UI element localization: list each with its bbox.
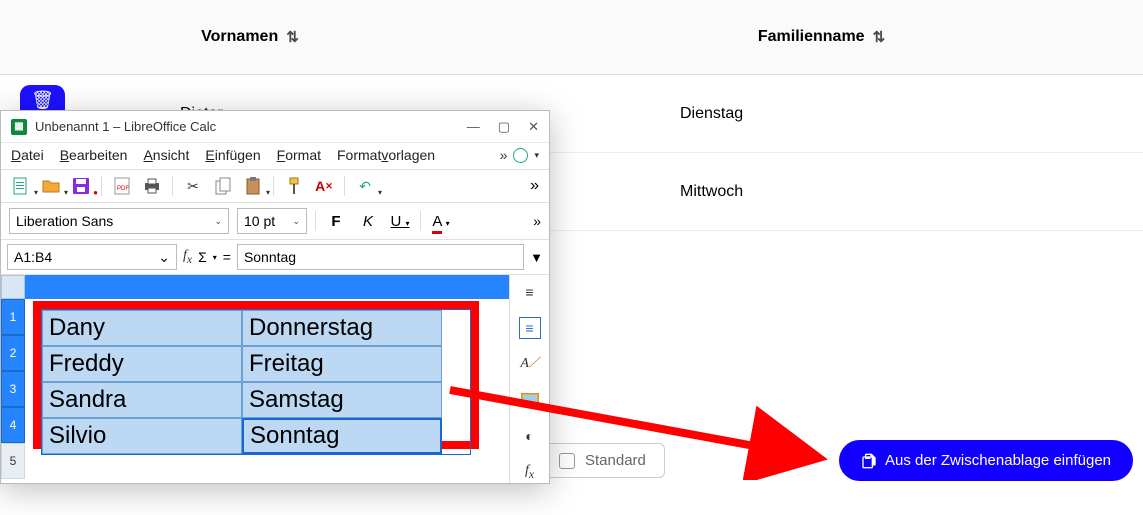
cell-familienname: Mittwoch <box>500 183 1143 201</box>
clipboard-icon <box>861 453 877 469</box>
font-size-value: 10 pt <box>244 213 275 229</box>
gallery-icon[interactable] <box>519 389 541 411</box>
minimize-icon[interactable]: — <box>467 119 480 135</box>
header-label: Vornamen <box>201 28 278 46</box>
open-icon[interactable]: ▾ <box>41 176 61 196</box>
font-name-value: Liberation Sans <box>16 213 113 229</box>
paste-label: Aus der Zwischenablage einfügen <box>885 452 1111 469</box>
dropdown-icon[interactable]: ▼ <box>530 250 543 265</box>
menu-format[interactable]: Format <box>277 147 321 163</box>
clone-formatting-icon[interactable] <box>284 176 304 196</box>
cell-b4-active[interactable]: Sonntag <box>242 418 442 454</box>
menu-formatvorlagen[interactable]: Formatvorlagen <box>337 147 435 163</box>
toolbar-more-icon[interactable]: » <box>533 213 541 229</box>
toolbar-more-icon[interactable]: » <box>530 177 539 195</box>
equals-icon[interactable]: = <box>223 249 231 265</box>
copy-icon[interactable] <box>213 176 233 196</box>
cell-reference-value: A1:B4 <box>14 249 52 265</box>
menu-bearbeiten[interactable]: Bearbeiten <box>60 147 128 163</box>
sidebar-panel: ≡ ≡ A⟋ ◐ fx <box>509 275 549 483</box>
row-header[interactable]: 4 <box>1 407 25 443</box>
row-header[interactable]: 1 <box>1 299 25 335</box>
formula-input[interactable]: Sonntag <box>237 244 524 270</box>
window-title: Unbenannt 1 – LibreOffice Calc <box>35 119 216 134</box>
globe-icon[interactable] <box>513 148 528 163</box>
undo-icon[interactable]: ↶▾ <box>355 176 375 196</box>
menu-bar: Datei Bearbeiten Ansicht Einfügen Format… <box>1 143 549 170</box>
app-icon: ▦ <box>11 119 27 135</box>
font-size-combo[interactable]: 10 pt⌄ <box>237 208 307 234</box>
libreoffice-calc-window: ▦ Unbenannt 1 – LibreOffice Calc — ▢ ✕ D… <box>0 110 550 484</box>
select-all-corner[interactable] <box>1 275 25 299</box>
sidebar-menu-icon[interactable]: ≡ <box>519 281 541 303</box>
export-pdf-icon[interactable]: PDF <box>112 176 132 196</box>
bold-button[interactable]: F <box>324 213 348 230</box>
new-doc-icon[interactable]: ▾ <box>11 176 31 196</box>
styles-icon[interactable]: A⟋ <box>519 353 541 375</box>
menu-ansicht[interactable]: Ansicht <box>143 147 189 163</box>
underline-button[interactable]: U ▾ <box>388 213 412 230</box>
paste-from-clipboard-button[interactable]: Aus der Zwischenablage einfügen <box>839 440 1133 481</box>
cell-reference-input[interactable]: A1:B4⌄ <box>7 244 177 270</box>
checkbox-icon <box>559 453 575 469</box>
cell-familienname: Dienstag <box>500 105 1143 123</box>
font-color-button[interactable]: A ▾ <box>429 213 453 230</box>
formula-value: Sonntag <box>244 249 296 265</box>
formatting-toolbar: Liberation Sans⌄ 10 pt⌄ F K U ▾ A ▾ » <box>1 203 549 240</box>
cell-a4[interactable]: Silvio <box>42 418 242 454</box>
column-header-familienname[interactable]: Familienname ⇅ <box>500 0 1143 74</box>
row-header[interactable]: 5 <box>1 443 25 479</box>
function-wizard-icon[interactable]: fx <box>183 248 192 266</box>
cell-a1[interactable]: Dany <box>42 310 242 346</box>
save-icon[interactable]: ● <box>71 176 91 196</box>
functions-icon[interactable]: fx <box>519 461 541 483</box>
standard-toolbar: ▾ ▾ ● PDF ✂ ▾ A✕ ↶▾ » <box>1 170 549 203</box>
standard-checkbox[interactable]: Standard <box>540 443 665 478</box>
column-header-vornamen[interactable]: Vornamen ⇅ <box>0 0 500 74</box>
standard-label: Standard <box>585 452 646 469</box>
delete-button[interactable]: 🗑 <box>20 85 65 111</box>
italic-button[interactable]: K <box>356 213 380 230</box>
menu-datei[interactable]: Datei <box>11 147 44 163</box>
row-headers: 1 2 3 4 5 <box>1 275 25 483</box>
properties-icon[interactable]: ≡ <box>519 317 541 339</box>
column-headers[interactable] <box>25 275 509 299</box>
header-label: Familienname <box>758 28 865 46</box>
font-name-combo[interactable]: Liberation Sans⌄ <box>9 208 229 234</box>
cell-b2[interactable]: Freitag <box>242 346 442 382</box>
sum-icon[interactable]: Σ <box>198 249 207 265</box>
print-icon[interactable] <box>142 176 162 196</box>
cut-icon[interactable]: ✂ <box>183 176 203 196</box>
trash-icon: 🗑 <box>31 91 54 109</box>
clear-formatting-icon[interactable]: A✕ <box>314 176 334 196</box>
menu-einfuegen[interactable]: Einfügen <box>205 147 260 163</box>
row-header[interactable]: 2 <box>1 335 25 371</box>
cell-a3[interactable]: Sandra <box>42 382 242 418</box>
maximize-icon[interactable]: ▢ <box>498 119 510 135</box>
close-icon[interactable]: ✕ <box>528 119 539 135</box>
row-header[interactable]: 3 <box>1 371 25 407</box>
annotation-highlight: Dany Donnerstag Freddy Freitag Sandra Sa… <box>33 301 479 449</box>
formula-bar: A1:B4⌄ fx Σ▾ = Sonntag ▼ <box>1 240 549 275</box>
navigator-icon[interactable]: ◐ <box>519 425 541 447</box>
window-titlebar[interactable]: ▦ Unbenannt 1 – LibreOffice Calc — ▢ ✕ <box>1 111 549 143</box>
cell-b1[interactable]: Donnerstag <box>242 310 442 346</box>
sort-icon[interactable]: ⇅ <box>286 28 299 46</box>
cell-a2[interactable]: Freddy <box>42 346 242 382</box>
cell-b3[interactable]: Samstag <box>242 382 442 418</box>
chevron-down-icon[interactable]: ▾ <box>534 150 539 161</box>
svg-text:PDF: PDF <box>117 186 129 192</box>
paste-icon[interactable]: ▾ <box>243 176 263 196</box>
menu-more-icon[interactable]: » <box>500 147 508 163</box>
sort-icon[interactable]: ⇅ <box>873 28 886 46</box>
